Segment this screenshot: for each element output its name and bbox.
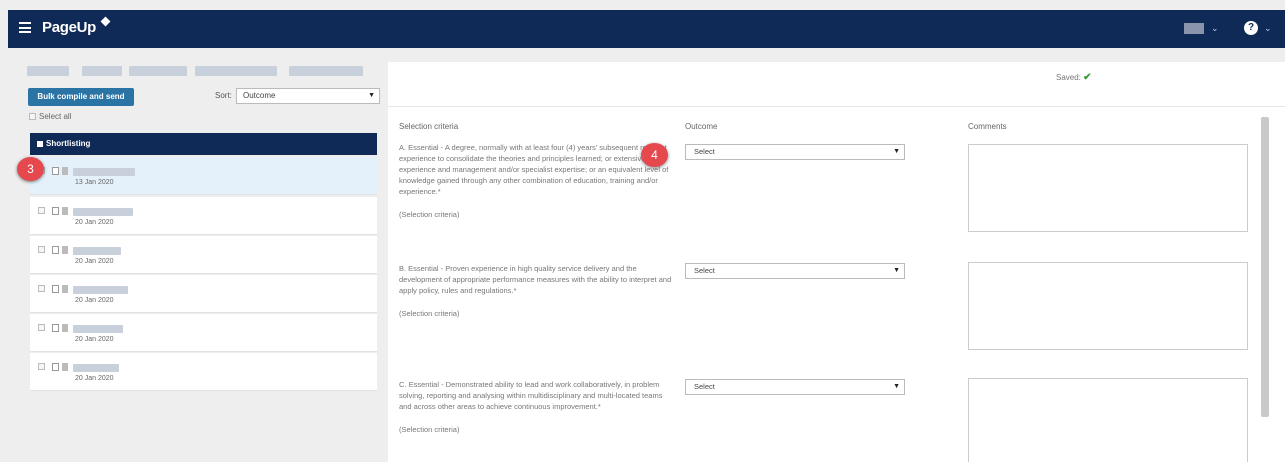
candidate-date: 20 Jan 2020 [75, 336, 114, 343]
save-status-bar: Saved: ✔ [388, 62, 1285, 107]
step-badge-4: 4 [641, 143, 668, 167]
select-all[interactable]: Select all [29, 112, 71, 121]
chevron-down-icon[interactable]: ⌄ [1211, 23, 1219, 34]
bulk-compile-send-button[interactable]: Bulk compile and send [28, 88, 134, 106]
saved-label: Saved: [1056, 73, 1081, 82]
criterion-source: (Selection criteria) [399, 425, 460, 434]
collapse-square-icon [37, 141, 43, 147]
candidate-row[interactable]: 20 Jan 2020 [30, 236, 377, 274]
column-header-criteria: Selection criteria [399, 122, 459, 131]
chevron-down-icon[interactable]: ⌄ [1264, 23, 1272, 34]
select-all-checkbox[interactable] [29, 113, 36, 121]
main-panel: Saved: ✔ Selection criteria Outcome Comm… [388, 62, 1285, 462]
saved-status: Saved: ✔ [1056, 72, 1092, 83]
pageup-logo[interactable]: PageUp [42, 19, 96, 36]
caret-down-icon: ▼ [893, 148, 900, 155]
candidate-date: 20 Jan 2020 [75, 258, 114, 265]
outcome-select[interactable]: Select ▼ [685, 144, 905, 160]
outcome-select[interactable]: Select ▼ [685, 379, 905, 395]
user-menu[interactable] [1184, 23, 1204, 34]
sort-value: Outcome [243, 91, 276, 100]
candidate-row[interactable]: 20 Jan 2020 [30, 314, 377, 352]
scrollbar[interactable] [1261, 117, 1269, 417]
help-icon[interactable]: ? [1244, 21, 1258, 35]
sort-label: Sort: [215, 91, 232, 100]
candidate-name [73, 247, 121, 255]
candidate-checkbox[interactable] [38, 363, 45, 370]
criterion-text: B. Essential - Proven experience in high… [399, 264, 672, 295]
comments-textarea[interactable] [968, 144, 1248, 232]
criterion-b: B. Essential - Proven experience in high… [399, 263, 674, 319]
caret-down-icon: ▼ [893, 267, 900, 274]
candidate-date: 13 Jan 2020 [75, 179, 114, 186]
attachment-icon[interactable] [62, 363, 68, 371]
criterion-c: C. Essential - Demonstrated ability to l… [399, 379, 674, 435]
candidate-name [73, 208, 133, 216]
comments-textarea[interactable] [968, 262, 1248, 350]
candidate-checkbox[interactable] [38, 285, 45, 292]
shortlisting-header[interactable]: Shortlisting [30, 133, 377, 155]
document-icon[interactable] [52, 207, 59, 215]
document-icon[interactable] [52, 167, 59, 175]
outcome-value: Select [694, 266, 715, 275]
menu-icon[interactable] [19, 22, 31, 33]
check-icon: ✔ [1083, 72, 1092, 83]
criterion-text: A. Essential - A degree, normally with a… [399, 143, 669, 196]
outcome-select[interactable]: Select ▼ [685, 263, 905, 279]
attachment-icon[interactable] [62, 324, 68, 332]
candidate-date: 20 Jan 2020 [75, 297, 114, 304]
criterion-text: C. Essential - Demonstrated ability to l… [399, 380, 663, 411]
candidate-checkbox[interactable] [38, 207, 45, 214]
app-frame: PageUp ⌄ ? ⌄ Bulk compile and send Sort:… [0, 0, 1285, 462]
column-header-comments: Comments [968, 122, 1007, 131]
column-header-outcome: Outcome [685, 122, 718, 131]
document-icon[interactable] [52, 363, 59, 371]
select-all-label: Select all [39, 112, 72, 121]
candidate-checkbox[interactable] [38, 324, 45, 331]
criterion-a: A. Essential - A degree, normally with a… [399, 142, 674, 220]
attachment-icon[interactable] [62, 246, 68, 254]
candidate-row[interactable]: 20 Jan 2020 [30, 275, 377, 313]
candidate-name [73, 168, 135, 176]
outcome-value: Select [694, 147, 715, 156]
top-nav-bar: PageUp ⌄ ? ⌄ [8, 10, 1285, 48]
outcome-value: Select [694, 382, 715, 391]
candidate-row[interactable]: 13 Jan 2020 [30, 157, 377, 195]
candidate-name [73, 286, 128, 294]
candidate-date: 20 Jan 2020 [75, 375, 114, 382]
criterion-source: (Selection criteria) [399, 309, 460, 318]
criterion-source: (Selection criteria) [399, 210, 460, 219]
sort-select[interactable]: Outcome ▼ [236, 88, 380, 104]
candidate-date: 20 Jan 2020 [75, 219, 114, 226]
attachment-icon[interactable] [62, 167, 68, 175]
attachment-icon[interactable] [62, 207, 68, 215]
candidate-name [73, 325, 123, 333]
candidate-checkbox[interactable] [38, 246, 45, 253]
candidate-row[interactable]: 20 Jan 2020 [30, 197, 377, 235]
candidate-row[interactable]: 20 Jan 2020 [30, 353, 377, 391]
document-icon[interactable] [52, 285, 59, 293]
logo-diamond-icon [100, 16, 111, 27]
shortlisting-title: Shortlisting [46, 139, 91, 148]
step-badge-3: 3 [17, 157, 44, 181]
comments-textarea[interactable] [968, 378, 1248, 462]
candidate-name [73, 364, 119, 372]
caret-down-icon: ▼ [893, 383, 900, 390]
document-icon[interactable] [52, 324, 59, 332]
caret-down-icon: ▼ [368, 92, 375, 99]
attachment-icon[interactable] [62, 285, 68, 293]
document-icon[interactable] [52, 246, 59, 254]
